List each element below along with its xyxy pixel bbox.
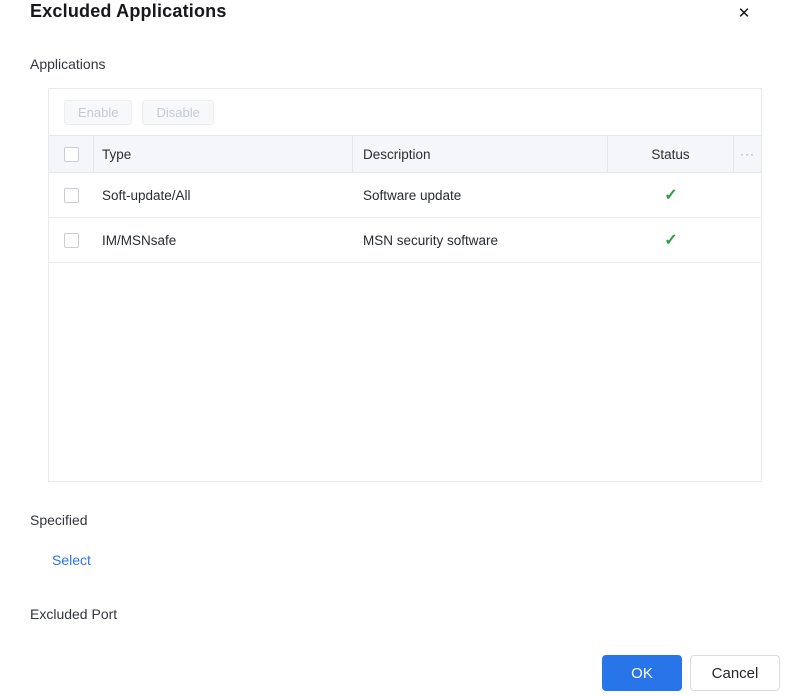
cell-description: MSN security software (363, 232, 499, 248)
table-row[interactable]: IM/MSNsafe MSN security software ✓ (49, 218, 761, 263)
select-link[interactable]: Select (52, 552, 91, 568)
cell-status: ✓ (608, 230, 734, 250)
applications-table-panel: Enable Disable Type Description Status ·… (48, 88, 762, 482)
cell-description: Software update (363, 187, 462, 203)
table-empty-area (49, 263, 761, 481)
column-settings-icon[interactable]: ··· (740, 148, 755, 160)
ok-button[interactable]: OK (602, 655, 682, 691)
dialog-title: Excluded Applications (30, 1, 227, 21)
column-header-status[interactable]: Status (608, 136, 734, 172)
cell-type: Soft-update/All (102, 187, 191, 203)
applications-label: Applications (30, 56, 106, 72)
table-header: Type Description Status ··· (49, 135, 761, 173)
column-header-description[interactable]: Description (353, 136, 608, 172)
status-enabled-icon: ✓ (664, 187, 678, 204)
specified-label: Specified (30, 512, 88, 528)
enable-button[interactable]: Enable (64, 99, 133, 125)
excluded-port-label: Excluded Port (30, 606, 118, 622)
header-more-cell: ··· (734, 136, 761, 172)
close-icon[interactable]: ✕ (731, 0, 757, 26)
cell-status: ✓ (608, 185, 734, 205)
row-checkbox[interactable] (64, 232, 79, 248)
select-all-checkbox[interactable] (63, 146, 79, 162)
cell-type: IM/MSNsafe (102, 232, 177, 248)
column-header-type[interactable]: Type (94, 136, 353, 172)
status-enabled-icon: ✓ (664, 232, 678, 249)
table-row[interactable]: Soft-update/All Software update ✓ (49, 173, 761, 218)
table-toolbar: Enable Disable (49, 89, 761, 135)
row-checkbox[interactable] (64, 187, 79, 203)
cancel-button[interactable]: Cancel (690, 655, 780, 691)
row-checkbox-cell (49, 232, 94, 248)
row-checkbox-cell (49, 187, 94, 203)
disable-button[interactable]: Disable (142, 99, 214, 125)
excluded-applications-dialog: Excluded Applications ✕ Applications Ena… (0, 0, 790, 696)
header-checkbox-cell (49, 136, 94, 172)
